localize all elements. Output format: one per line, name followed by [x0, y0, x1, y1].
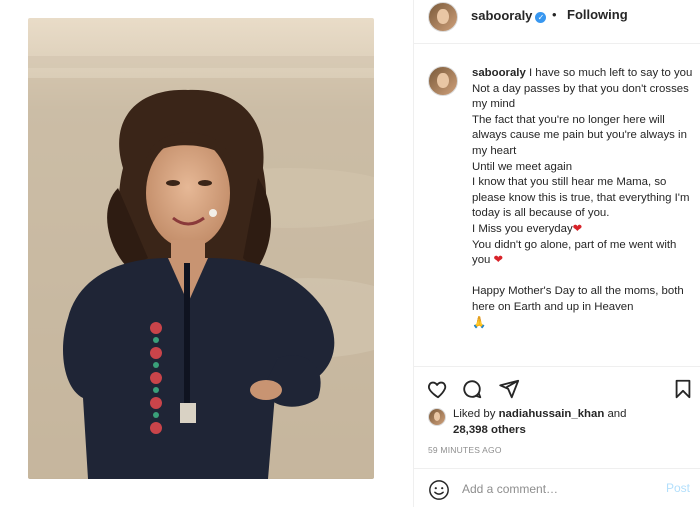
- likes-mid: and: [604, 408, 627, 420]
- post-timestamp[interactable]: 59 minutes ago: [428, 445, 502, 455]
- caption-body-3: Happy Mother's Day to all the moms, both…: [472, 285, 684, 313]
- following-button[interactable]: Following: [567, 7, 628, 22]
- liker-avatar[interactable]: [428, 408, 446, 426]
- post-media-area: [0, 0, 413, 507]
- author-username[interactable]: sabooraly: [471, 8, 532, 23]
- red-heart-emoji-icon: ❤: [572, 222, 583, 235]
- red-heart-emoji-icon-2: ❤: [493, 254, 504, 267]
- caption-section: sabooraly I have so much left to say to …: [414, 44, 700, 366]
- author-avatar[interactable]: [428, 2, 458, 32]
- post-comment-button[interactable]: Post: [666, 481, 690, 495]
- likes-prefix: Liked by: [453, 408, 499, 420]
- bookmark-icon[interactable]: [671, 377, 695, 401]
- smiley-icon[interactable]: [428, 479, 450, 501]
- comment-input[interactable]: [462, 480, 652, 498]
- verified-badge-icon: ✓: [535, 12, 547, 23]
- comment-icon[interactable]: [460, 377, 484, 401]
- header-separator: •: [552, 7, 557, 22]
- add-comment-row: Post: [414, 468, 700, 507]
- likes-summary: Liked by nadiahussain_khan and 28,398 oth…: [428, 404, 698, 436]
- post-header: sabooraly ✓ • Following: [414, 0, 700, 44]
- praying-hands-emoji-icon: 🙏: [472, 316, 487, 329]
- liker-username[interactable]: nadiahussain_khan: [499, 408, 605, 420]
- likes-count[interactable]: 28,398 others: [453, 424, 526, 436]
- caption-body: I have so much left to say to you Not a …: [472, 67, 693, 235]
- share-icon[interactable]: [497, 377, 521, 401]
- post-details-panel: sabooraly ✓ • Following sabooraly I have …: [413, 0, 700, 507]
- author-username-row: sabooraly ✓: [471, 8, 547, 23]
- likes-text: Liked by nadiahussain_khan and 28,398 oth…: [453, 406, 653, 438]
- post-photo[interactable]: [28, 18, 374, 479]
- caption-username[interactable]: sabooraly: [472, 67, 526, 79]
- photo-illustration: [28, 18, 374, 479]
- caption-body-2: You didn't go alone, part of me went wit…: [472, 238, 677, 267]
- heart-icon[interactable]: [426, 377, 450, 401]
- caption-text: sabooraly I have so much left to say to …: [472, 66, 696, 331]
- caption-author-avatar[interactable]: [428, 66, 458, 96]
